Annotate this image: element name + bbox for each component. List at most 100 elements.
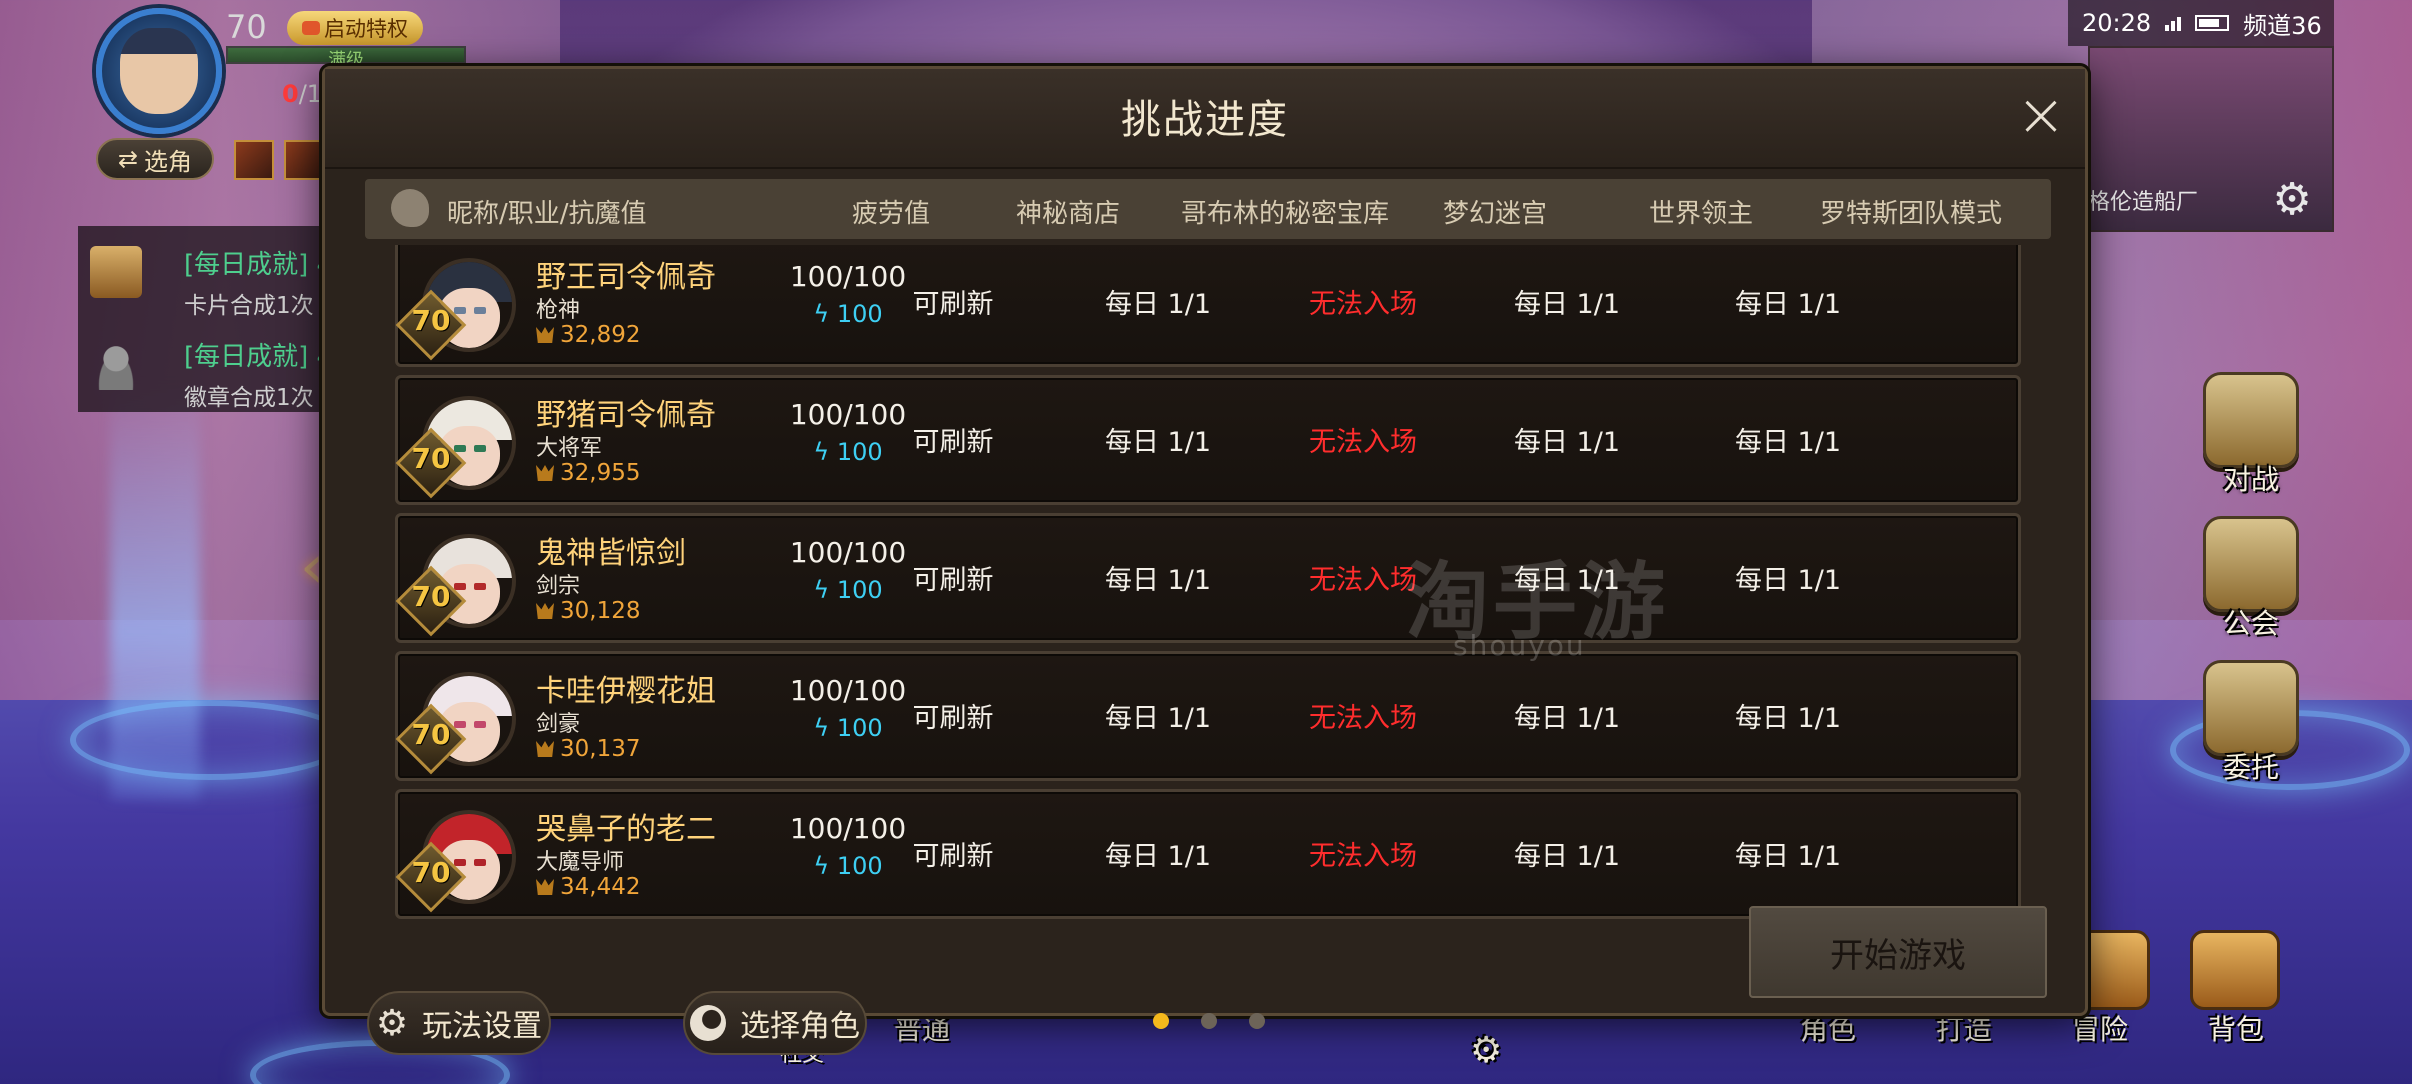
- profile-silhouette-icon: [391, 189, 429, 227]
- side-menu-guild[interactable]: 公会: [2196, 516, 2306, 642]
- side-menu-label: 公会: [2222, 607, 2279, 640]
- lord-status: 每日 1/1: [1513, 841, 1621, 872]
- anti-magic-icon: [536, 465, 554, 481]
- quest-title: [每日成就] 4: [184, 342, 334, 372]
- portrait-eye-right: [474, 306, 487, 314]
- bottom-bag[interactable]: 背包: [2208, 1008, 2264, 1048]
- side-menu-pvp[interactable]: 对战: [2196, 372, 2306, 498]
- swap-arrows-icon: ⇄: [117, 145, 139, 173]
- goblin-status: 每日 1/1: [1104, 289, 1212, 320]
- close-icon[interactable]: ×: [2011, 85, 2071, 147]
- shop-status: 可刷新: [912, 289, 994, 320]
- character-power-value: 32,892: [560, 322, 641, 348]
- character-job: 剑宗: [536, 574, 581, 599]
- gear-icon: ⚙: [375, 1002, 409, 1044]
- portrait-eye-right: [474, 720, 487, 728]
- lord-status: 每日 1/1: [1513, 289, 1621, 320]
- goblin-status: 每日 1/1: [1104, 427, 1212, 458]
- anti-magic-icon: [536, 741, 554, 757]
- character-row[interactable]: 70 哭鼻子的老二 大魔导师 34,442 100/100 ϟ 100 可刷新 …: [395, 789, 2021, 919]
- character-power: 30,137: [536, 736, 640, 762]
- character-name: 鬼神皆惊剑: [536, 536, 686, 571]
- channel-label[interactable]: 频道36: [2243, 6, 2322, 41]
- lord-status: 每日 1/1: [1513, 427, 1621, 458]
- lightning-icon: ϟ: [813, 852, 837, 880]
- character-row[interactable]: 70 野王司令佩奇 枪神 32,892 100/100 ϟ 100 可刷新 每日…: [395, 245, 2021, 367]
- swap-role-label: 选角: [144, 147, 193, 176]
- goblin-status: 每日 1/1: [1104, 841, 1212, 872]
- col-profile: 昵称/职业/抗魔值: [447, 199, 647, 229]
- goblin-status: 每日 1/1: [1104, 703, 1212, 734]
- buff-icon-2[interactable]: [284, 140, 324, 180]
- pvp-swords-icon: [2203, 372, 2299, 468]
- character-job: 大将军: [536, 436, 603, 461]
- lotus-status: 每日 1/1: [1734, 427, 1842, 458]
- maze-status: 无法入场: [1309, 427, 1417, 458]
- battery-icon: [2195, 15, 2230, 31]
- character-power: 32,892: [536, 322, 640, 348]
- character-power-value: 30,137: [560, 736, 641, 762]
- watermark-sub: shouyou: [1453, 629, 1586, 662]
- character-level: 70: [411, 856, 451, 889]
- quest-title: [每日成就] 4: [184, 250, 334, 280]
- character-power-value: 32,955: [560, 460, 641, 486]
- page-dot-1[interactable]: [1153, 1013, 1169, 1029]
- maze-status: 无法入场: [1309, 289, 1417, 320]
- quest-desc: 徽章合成1次: [184, 385, 314, 411]
- character-level: 70: [411, 718, 451, 751]
- col-lord: 世界领主: [1648, 199, 1753, 229]
- prev-page-arrow-icon[interactable]: ‹: [300, 532, 324, 602]
- character-power: 34,442: [536, 874, 640, 900]
- role-silhouette-icon: [690, 1005, 726, 1041]
- column-header: 昵称/职业/抗魔值 疲劳值 神秘商店 哥布林的秘密宝库 梦幻迷宫 世界领主 罗特…: [365, 179, 2051, 239]
- commission-board-icon: [2203, 660, 2299, 756]
- side-menu-label: 委托: [2222, 751, 2279, 784]
- side-menu-commission[interactable]: 委托: [2196, 660, 2306, 786]
- lotus-status: 每日 1/1: [1734, 703, 1842, 734]
- character-row[interactable]: 70 卡哇伊樱花姐 剑豪 30,137 100/100 ϟ 100 可刷新 每日…: [395, 651, 2021, 781]
- maze-status: 无法入场: [1309, 703, 1417, 734]
- hud-fatigue-current: 0: [282, 80, 299, 108]
- bag-icon[interactable]: [2190, 930, 2280, 1010]
- character-list[interactable]: 70 野王司令佩奇 枪神 32,892 100/100 ϟ 100 可刷新 每日…: [395, 245, 2021, 957]
- player-avatar[interactable]: [96, 8, 222, 134]
- character-job: 枪神: [536, 298, 581, 323]
- anti-magic-icon: [536, 603, 554, 619]
- character-level: 70: [411, 580, 451, 613]
- buff-icon-1[interactable]: [234, 140, 274, 180]
- character-row[interactable]: 70 野猪司令佩奇 大将军 32,955 100/100 ϟ 100 可刷新 每…: [395, 375, 2021, 505]
- signal-icon: [2165, 15, 2182, 31]
- anti-magic-icon: [536, 879, 554, 895]
- page-dot-3[interactable]: [1249, 1013, 1265, 1029]
- clock: 20:28: [2082, 9, 2152, 37]
- shop-status: 可刷新: [912, 841, 994, 872]
- start-game-button[interactable]: 开始游戏: [1749, 906, 2047, 998]
- lord-status: 每日 1/1: [1513, 703, 1621, 734]
- scene-magic-circle-left: [70, 700, 350, 780]
- portrait-eye-right: [474, 444, 487, 452]
- settings-gear-icon[interactable]: ⚙: [2268, 176, 2316, 224]
- col-shop: 神秘商店: [1015, 199, 1120, 229]
- select-role-label: 选择角色: [740, 1009, 860, 1044]
- player-level: 70: [226, 8, 267, 46]
- swap-role-button[interactable]: ⇄ 选角: [96, 138, 214, 180]
- modal-title: 挑战进度: [1121, 97, 1289, 143]
- play-settings-button[interactable]: ⚙ 玩法设置: [367, 991, 551, 1055]
- modal-header: 挑战进度 ×: [325, 69, 2085, 169]
- character-job: 剑豪: [536, 712, 581, 737]
- exp-bar: 满级: [226, 46, 466, 71]
- privilege-button[interactable]: 启动特权: [287, 11, 423, 45]
- lotus-status: 每日 1/1: [1734, 289, 1842, 320]
- anti-magic-icon: [536, 327, 554, 343]
- select-role-button[interactable]: 选择角色: [683, 991, 867, 1055]
- people-icon: [90, 338, 142, 390]
- character-row[interactable]: 70 鬼神皆惊剑 剑宗 30,128 100/100 ϟ 100 可刷新 每日 …: [395, 513, 2021, 643]
- shop-status: 可刷新: [912, 427, 994, 458]
- character-level: 70: [411, 304, 451, 337]
- scroll-icon: [90, 246, 142, 298]
- bottom-gear-icon[interactable]: ⚙: [1470, 1030, 1502, 1071]
- character-level: 70: [411, 442, 451, 475]
- character-name: 卡哇伊樱花姐: [536, 674, 716, 709]
- challenge-progress-modal: 挑战进度 × 昵称/职业/抗魔值 疲劳值 神秘商店 哥布林的秘密宝库 梦幻迷宫 …: [322, 66, 2088, 1055]
- page-dot-2[interactable]: [1201, 1013, 1217, 1029]
